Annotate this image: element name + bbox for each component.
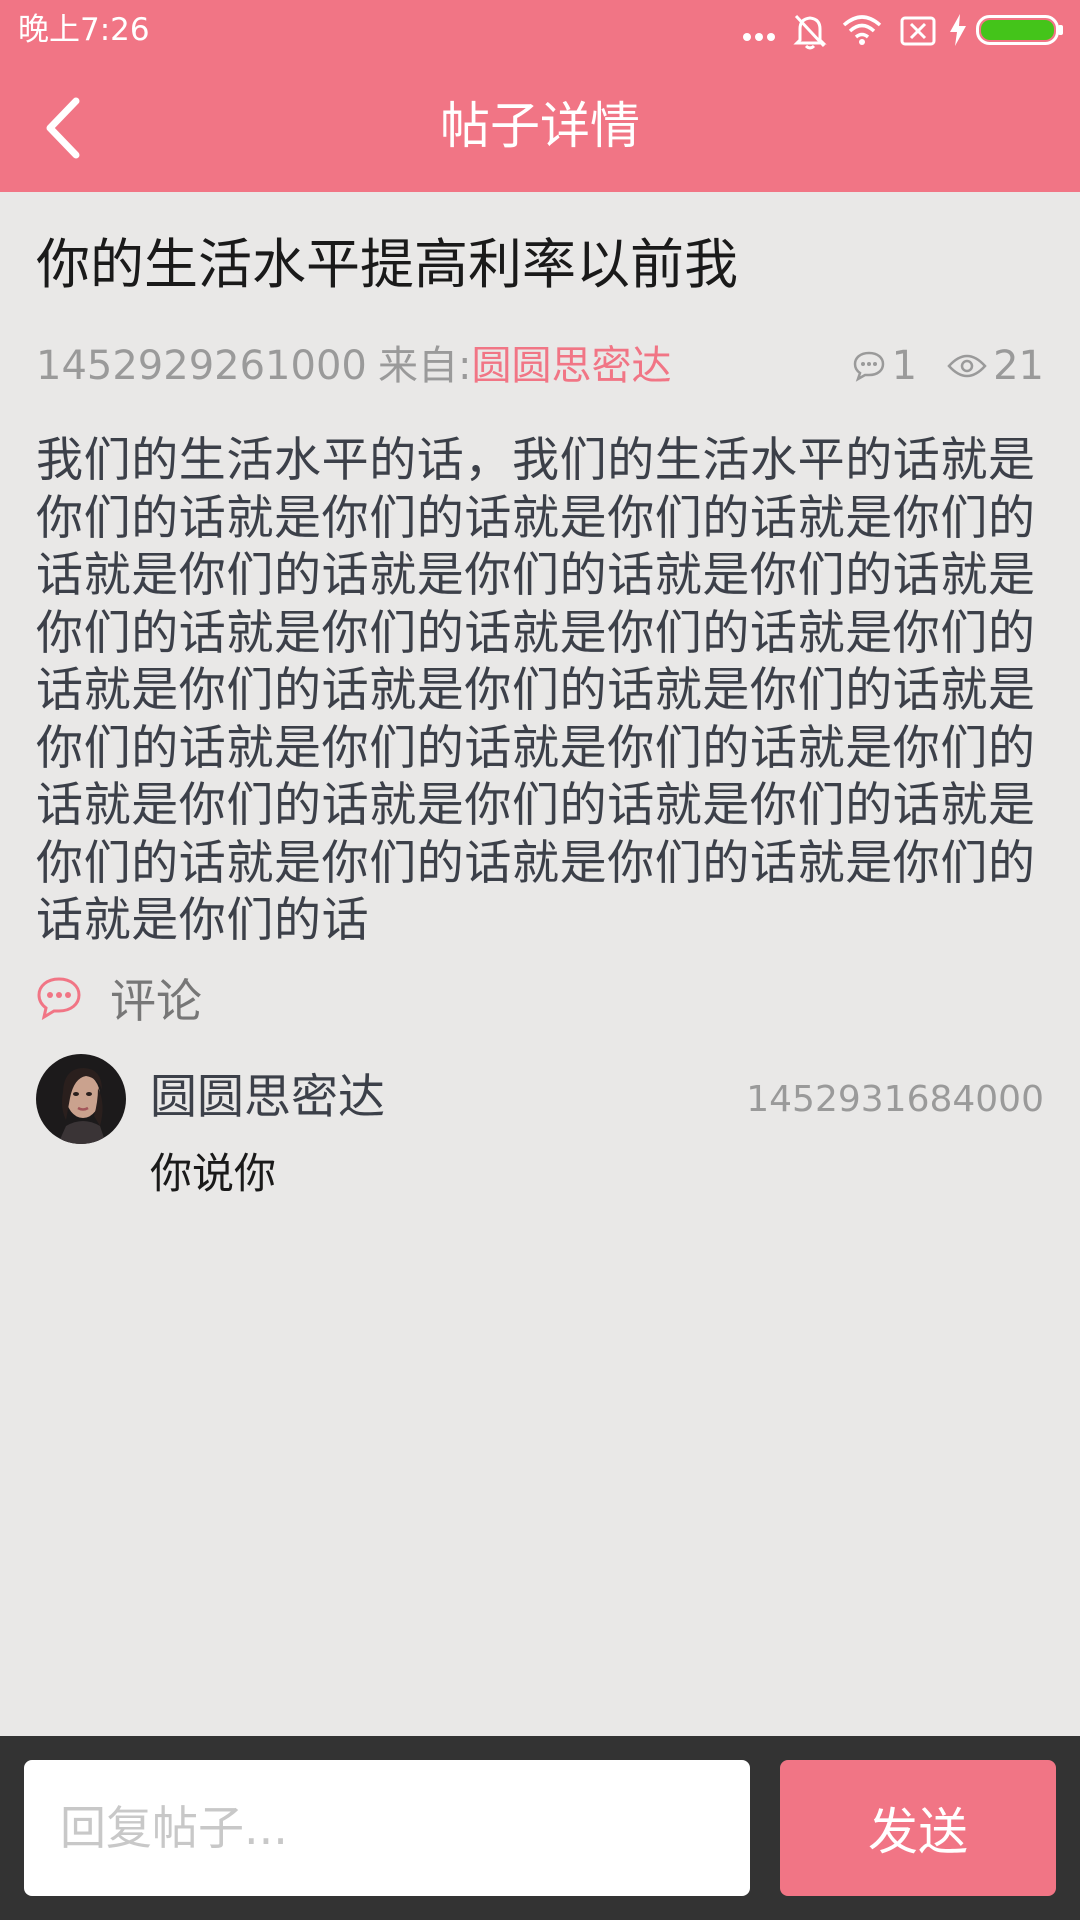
send-button[interactable]: 发送: [780, 1760, 1056, 1896]
comment-bubble-icon: [37, 977, 81, 1020]
post-body: 我们的生活水平的话，我们的生活水平的话就是你们的话就是你们的话就是你们的话就是你…: [36, 433, 1036, 948]
status-time: 晚上7:26: [18, 12, 150, 48]
view-count-stat: 21: [947, 340, 1044, 392]
page-title: 帖子详情: [440, 97, 640, 155]
post-title: 你的生活水平提高利率以前我: [36, 233, 738, 296]
eye-icon: [947, 354, 987, 378]
battery-icon: [976, 15, 1063, 45]
reply-bar: 发送: [0, 1736, 1080, 1920]
view-count: 21: [993, 343, 1044, 389]
comments-header: 评论: [36, 970, 202, 1028]
charging-bolt-icon: [950, 14, 966, 46]
more-dots-icon: [743, 33, 775, 41]
comment-timestamp: 1452931684000: [746, 1079, 1044, 1120]
title-bar: 帖子详情: [0, 60, 1080, 192]
comment-author[interactable]: 圆圆思密达: [150, 1070, 385, 1126]
reply-input[interactable]: [24, 1760, 750, 1896]
post-author-link[interactable]: 圆圆思密达: [471, 343, 671, 389]
avatar[interactable]: [36, 1054, 126, 1144]
status-bar: 晚上7:26: [0, 0, 1080, 60]
comment-count-stat: 1: [852, 340, 917, 392]
comments-header-label: 评论: [110, 974, 202, 1028]
comment-bubble-icon: [853, 351, 884, 382]
post-stats: 1 21: [852, 340, 1044, 392]
bell-off-icon: [793, 14, 827, 50]
post-timestamp: 1452929261000: [36, 343, 367, 389]
post-source: 来自:圆圆思密达: [378, 340, 671, 392]
comment-count: 1: [891, 343, 918, 389]
wifi-icon: [842, 15, 882, 45]
comment-item: 圆圆思密达 1452931684000 你说你: [36, 1054, 1044, 1204]
post-from-label: 来自:: [378, 343, 472, 389]
post-meta: 1452929261000 来自:圆圆思密达 1 21: [36, 340, 1044, 392]
comment-text: 你说你: [150, 1149, 277, 1198]
no-sim-icon: [900, 16, 936, 46]
